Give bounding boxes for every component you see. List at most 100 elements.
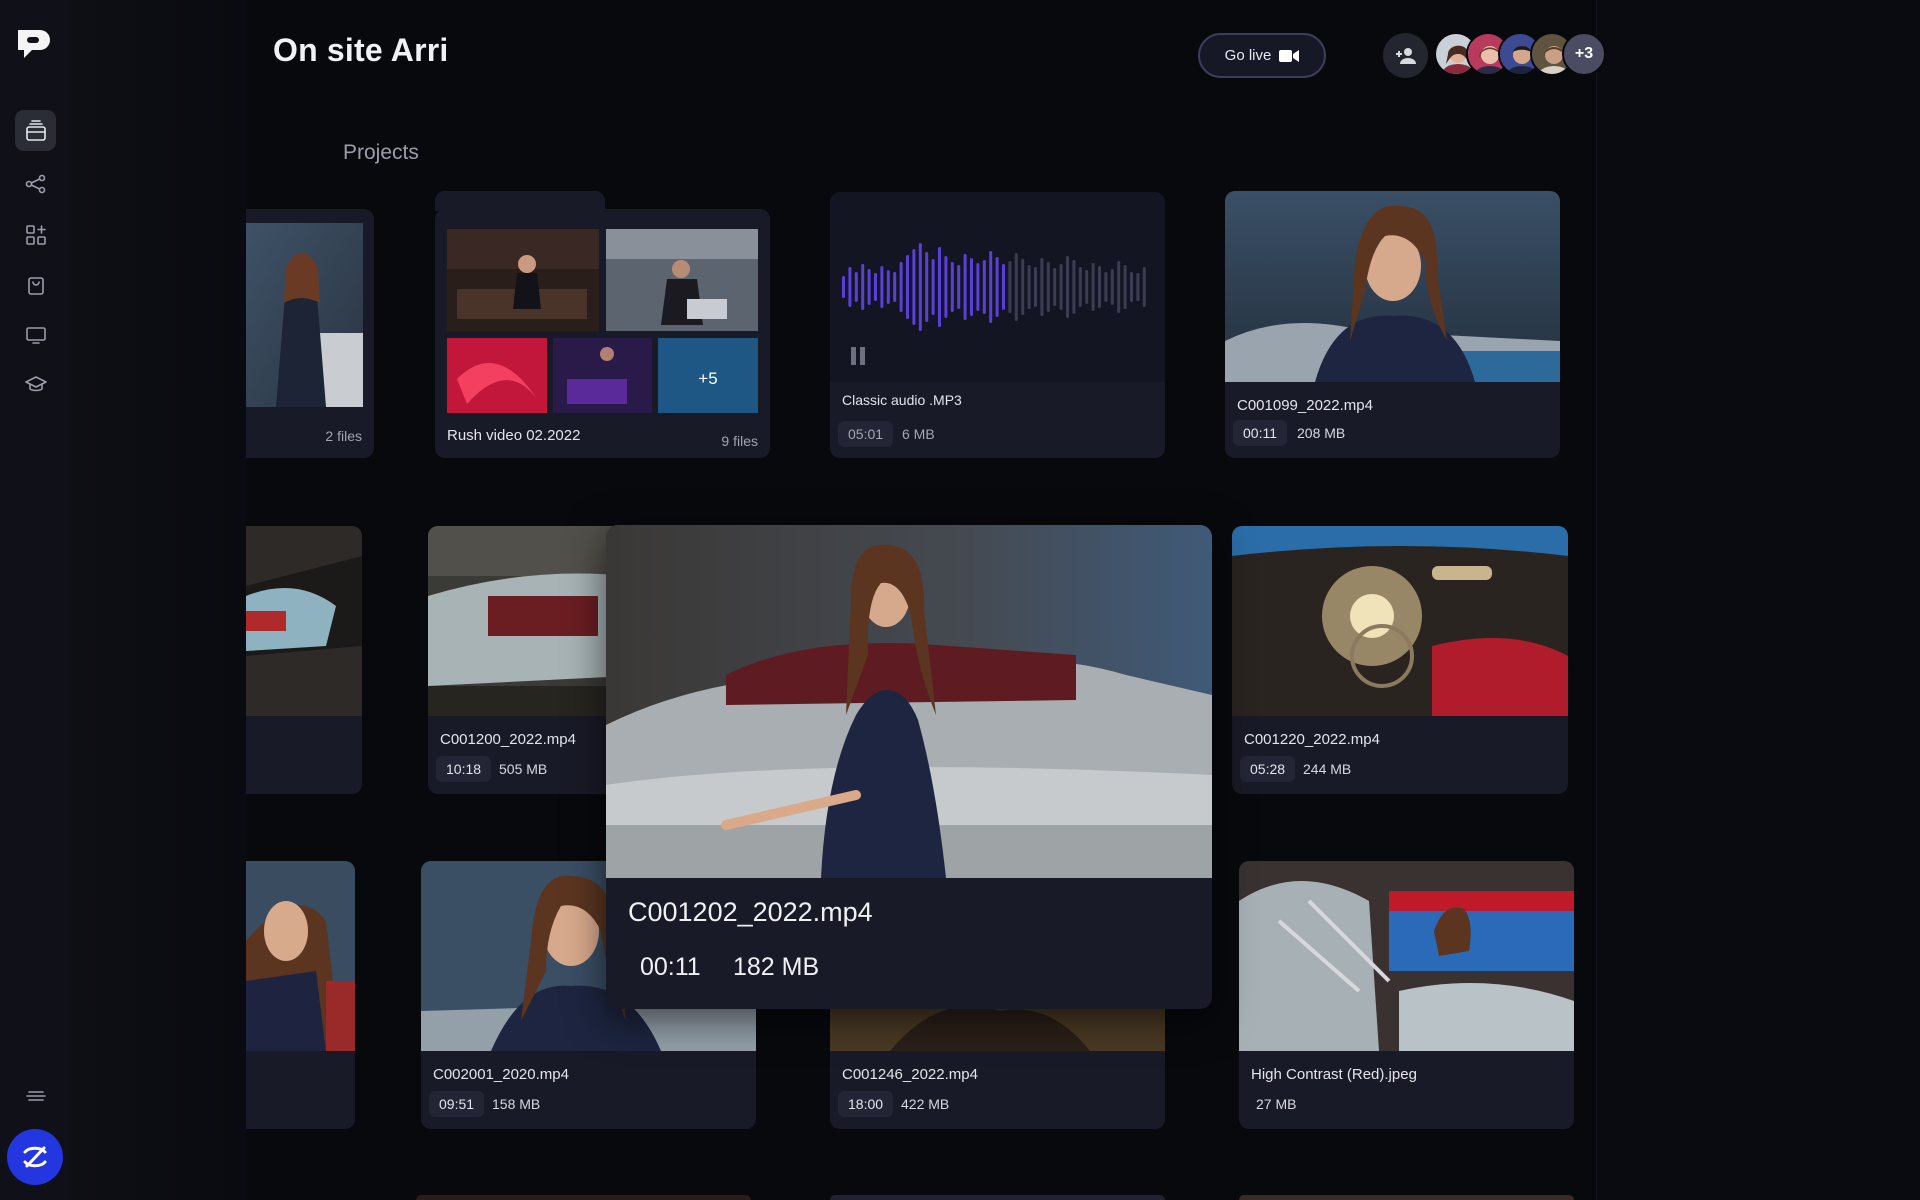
waveform-bar [989,251,993,323]
sidebar-shade [70,0,246,1200]
waveform-bar [1130,272,1133,302]
waveform-bar [950,262,954,312]
file-name: C001099_2022.mp4 [1237,397,1373,414]
thumbnail [246,861,355,1051]
video-card-partial[interactable] [246,861,355,1129]
waveform-bar [1123,265,1127,309]
menu-lines-icon [25,1090,46,1101]
sidebar-item-monitor[interactable] [15,314,56,355]
monitor-icon [25,326,46,344]
sidebar-item-projects[interactable] [15,110,56,151]
waveform-bar [1021,259,1025,315]
file-count: 2 files [325,428,362,444]
section-title: Projects [343,141,419,164]
duration-badge: 05:28 [1240,756,1296,782]
duration-badge: 00:11 [1233,420,1287,446]
waveform-bar [867,269,871,305]
projects-icon [25,119,46,141]
folder-card[interactable]: +5 Rush video 02.2022 9 files [435,209,770,458]
right-panel [1596,0,1920,1200]
thumbnail [1225,191,1560,382]
next-row-hint [246,1195,1596,1200]
sidebar-item-share[interactable] [15,163,56,204]
waveform-bar [874,273,877,301]
waveform [842,243,1146,331]
thumbnail [246,526,362,716]
folder-card-partial[interactable]: 2 files [246,209,374,458]
duration-badge: 10:18 [436,756,492,782]
waveform-bar [1136,273,1140,301]
waveform-bar [1027,265,1031,309]
waveform-bar [931,259,935,315]
folder-tab [435,191,605,211]
file-name: High Contrast (Red).jpeg [1251,1066,1417,1083]
pause-icon[interactable] [850,347,866,365]
file-size: 158 MB [492,1096,541,1112]
waveform-bar [1034,267,1037,307]
waveform-bar [880,266,884,308]
video-camera-icon [1279,49,1300,62]
file-name: C001200_2022.mp4 [440,731,576,748]
file-count: 9 files [721,433,758,449]
waveform-bar [893,272,897,302]
file-size: 244 MB [1303,761,1352,777]
file-size: 27 MB [1256,1096,1297,1112]
waveform-bar [1066,256,1069,318]
image-card[interactable]: High Contrast (Red).jpeg 27 MB [1239,861,1574,1129]
waveform-bar [1091,263,1095,311]
waveform-bar [906,255,909,319]
folder-mosaic: +5 [447,229,758,413]
waveform-bar [1078,267,1082,307]
sidebar-item-apps[interactable] [15,214,56,255]
brand-button[interactable] [7,1129,63,1185]
thumbnail [246,223,363,407]
avatars-more[interactable]: +3 [1562,32,1606,76]
app-logo-icon[interactable] [14,26,54,66]
waveform-bar [944,256,948,318]
waveform-bar [861,264,865,310]
bag-icon [27,276,44,295]
waveform-bar [925,252,929,322]
waveform-bar [918,243,922,331]
audio-card[interactable]: Classic audio .MP3 05:01 6 MB [830,192,1165,458]
waveform-bar [1110,269,1114,305]
sidebar-item-learning[interactable] [15,364,56,405]
waveform-bar [842,276,845,298]
waveform-bar [1046,262,1050,312]
graduation-icon [24,375,47,391]
sidebar-item-bag[interactable] [15,264,56,305]
file-name: C001246_2022.mp4 [842,1066,978,1083]
file-name: C002001_2020.mp4 [433,1066,569,1083]
waveform-bar [982,260,986,314]
waveform-bar [1008,261,1012,313]
add-user-icon [1395,47,1416,64]
preview-duration: 00:11 [640,953,701,981]
brand-icon [23,1146,47,1168]
waveform-bar [1104,272,1108,302]
file-size: 208 MB [1297,425,1346,441]
video-card[interactable]: C001220_2022.mp4 05:28 244 MB [1232,526,1568,794]
go-live-button[interactable]: Go live [1198,33,1326,78]
file-size: 6 MB [902,426,935,442]
file-size: 505 MB [499,761,548,777]
waveform-bar [976,263,980,311]
thumbnail [1232,526,1568,716]
video-card-partial[interactable] [246,526,362,794]
preview-file-name: C001202_2022.mp4 [628,897,873,927]
add-user-button[interactable] [1383,33,1428,78]
folder-name: Rush video 02.2022 [447,427,581,444]
go-live-label: Go live [1224,47,1272,64]
waveform-bar [1117,261,1121,313]
waveform-bar [1142,267,1146,307]
video-preview-popup[interactable]: C001202_2022.mp4 00:11 182 MB [606,525,1212,1009]
apps-icon [25,224,46,245]
waveform-bar [886,270,890,304]
waveform-bar [899,262,903,312]
waveform-bar [963,254,967,320]
waveform-bar [938,247,941,327]
waveform-bar [1059,264,1063,310]
sidebar-menu[interactable] [15,1075,56,1116]
video-card[interactable]: C001099_2022.mp4 00:11 208 MB [1225,191,1560,458]
waveform-bar [848,267,852,307]
thumbnail [1239,861,1574,1051]
